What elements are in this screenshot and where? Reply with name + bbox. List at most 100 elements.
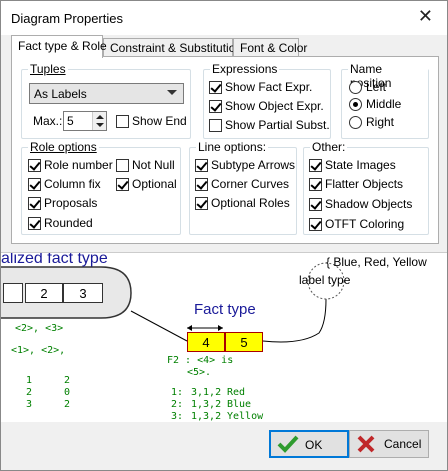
f2-line-1: F2 : <4> is — [167, 355, 234, 366]
ok-button[interactable]: OK — [269, 430, 349, 458]
shadow-objects-label: Shadow Objects — [325, 197, 413, 211]
otft-coloring-box[interactable] — [309, 217, 322, 231]
right-table-r3-c1: 3: — [171, 411, 184, 422]
show-fact-expr-box[interactable] — [209, 80, 222, 94]
optional-checkbox[interactable]: Optional — [116, 175, 177, 193]
close-icon[interactable]: ✕ — [418, 6, 433, 27]
optional-box[interactable] — [116, 177, 129, 191]
role-connector-line — [130, 310, 188, 342]
max-tuples-spinner[interactable]: 5 — [63, 111, 107, 131]
role-number-box[interactable] — [28, 158, 41, 172]
check-icon — [277, 435, 299, 453]
right-table-r2-c1: 2: — [171, 399, 184, 410]
corner-curves-checkbox[interactable]: Corner Curves — [195, 175, 289, 193]
subtype-arrows-checkbox[interactable]: Subtype Arrows — [195, 156, 295, 174]
role-box-4: 4 — [187, 332, 225, 352]
flatter-objects-checkbox[interactable]: Flatter Objects — [309, 175, 403, 193]
proposals-box[interactable] — [28, 196, 41, 210]
middle-label: Middle — [366, 97, 402, 111]
ok-label: OK — [305, 438, 323, 452]
window-title: Diagram Properties — [11, 11, 123, 26]
right-radio-circle[interactable] — [349, 115, 362, 129]
left-radio-circle[interactable] — [349, 80, 362, 94]
state-images-checkbox[interactable]: State Images — [309, 156, 396, 174]
corner-curves-box[interactable] — [195, 177, 208, 191]
proposals-label: Proposals — [44, 196, 98, 210]
otft-coloring-checkbox[interactable]: OTFT Coloring — [309, 215, 404, 233]
tuples-select-value: As Labels — [34, 87, 87, 101]
tab-constraint-substitution[interactable]: Constraint & Substitution — [103, 38, 242, 57]
show-partial-subst-checkbox[interactable]: Show Partial Subst. — [209, 116, 330, 134]
label-connector-line — [262, 298, 327, 343]
shadow-objects-box[interactable] — [309, 197, 322, 211]
cancel-button[interactable]: Cancel — [349, 430, 429, 458]
spin-up-icon[interactable] — [96, 115, 104, 119]
left-table-r2-c1: 2 — [26, 387, 33, 398]
button-bar: OK Cancel — [1, 422, 447, 470]
not-null-label: Not Null — [132, 158, 175, 172]
right-table-r2-c2: 1,3,2 — [191, 399, 222, 410]
right-table-r3-c2: 1,3,2 — [191, 411, 222, 422]
optional-label: Optional — [132, 177, 177, 191]
column-fix-label: Column fix — [44, 177, 101, 191]
proposals-checkbox[interactable]: Proposals — [28, 194, 97, 212]
role-number-checkbox[interactable]: Role number — [28, 156, 113, 174]
role-options-title: Role options — [28, 140, 99, 154]
left-table-r1-c1: 1 — [26, 375, 33, 386]
subtype-arrows-box[interactable] — [195, 158, 208, 172]
show-partial-subst-box[interactable] — [209, 118, 222, 132]
corner-curves-label: Corner Curves — [211, 177, 290, 191]
tuples-display-select[interactable]: As Labels — [29, 83, 184, 104]
shadow-objects-checkbox[interactable]: Shadow Objects — [309, 195, 412, 213]
show-fact-expr-checkbox[interactable]: Show Fact Expr. — [209, 78, 312, 96]
max-tuples-value: 5 — [67, 114, 74, 128]
flatter-objects-box[interactable] — [309, 177, 322, 191]
other-title: Other: — [310, 140, 348, 154]
column-fix-box[interactable] — [28, 177, 41, 191]
left-table-r1-c2: 2 — [64, 375, 71, 386]
spin-down-icon[interactable] — [96, 123, 104, 127]
f2-line-2: <5>. — [187, 367, 212, 378]
state-images-label: State Images — [325, 158, 396, 172]
name-position-right-radio[interactable]: Right — [349, 113, 394, 131]
line-options-title: Line options: — [196, 140, 269, 154]
role-box-2: 2 — [25, 283, 63, 303]
not-null-box[interactable] — [116, 158, 129, 172]
show-fact-expr-label: Show Fact Expr. — [225, 80, 313, 94]
middle-radio-circle[interactable] — [349, 97, 362, 111]
tuples-title: Tuples — [28, 62, 68, 76]
fact-type-label: Fact type — [194, 301, 256, 318]
not-null-checkbox[interactable]: Not Null — [116, 156, 175, 174]
show-object-expr-box[interactable] — [209, 99, 222, 113]
diagram-properties-dialog: Diagram Properties ✕ Fact type & Role Co… — [0, 0, 448, 471]
spinner-buttons[interactable] — [92, 112, 106, 130]
tab-font-color[interactable]: Font & Color — [233, 38, 307, 57]
show-end-label: Show End — [132, 114, 187, 128]
rounded-box[interactable] — [28, 216, 41, 230]
otft-coloring-label: OTFT Coloring — [325, 217, 405, 231]
optional-roles-box[interactable] — [195, 196, 208, 210]
tab-fact-type-role[interactable]: Fact type & Role — [11, 35, 107, 58]
right-table-r1-c1: 1: — [171, 387, 184, 398]
left-table-r3-c1: 3 — [26, 399, 33, 410]
right-label: Right — [366, 115, 395, 129]
left-table-r2-c2: 0 — [64, 387, 71, 398]
show-object-expr-checkbox[interactable]: Show Object Expr. — [209, 97, 324, 115]
diagram-preview: alized fact type { Blue, Red, Yellow 2 3… — [1, 252, 447, 422]
optional-roles-checkbox[interactable]: Optional Roles — [195, 194, 290, 212]
role-box-3: 3 — [63, 283, 103, 303]
show-partial-subst-label: Show Partial Subst. — [225, 118, 330, 132]
role-box-1 — [3, 283, 23, 303]
name-position-middle-radio[interactable]: Middle — [349, 95, 401, 113]
label-type-text: label type — [299, 273, 351, 287]
role-box-5: 5 — [225, 332, 263, 352]
rounded-checkbox[interactable]: Rounded — [28, 214, 93, 232]
column-fix-checkbox[interactable]: Column fix — [28, 175, 101, 193]
name-position-left-radio[interactable]: Left — [349, 78, 386, 96]
show-end-checkbox[interactable]: Show End — [116, 112, 187, 130]
green-text-2: <1>, <2>, — [11, 345, 66, 356]
rounded-label: Rounded — [44, 216, 93, 230]
state-images-box[interactable] — [309, 158, 322, 172]
right-table-r1-c3: Red — [227, 387, 246, 398]
show-end-box[interactable] — [116, 114, 129, 128]
